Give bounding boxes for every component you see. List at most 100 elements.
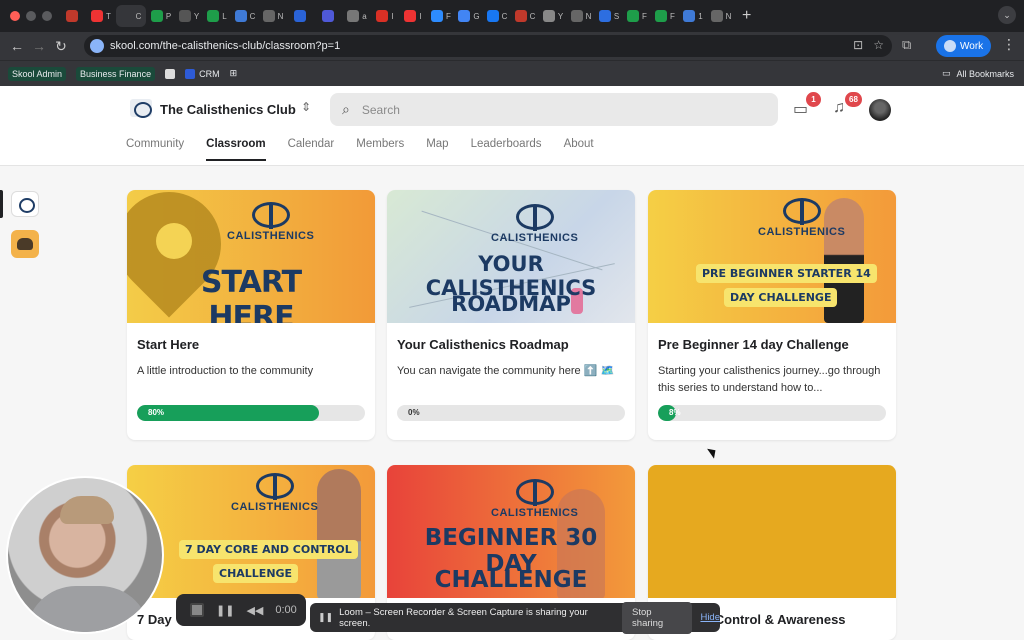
- browser-tab[interactable]: a: [344, 5, 370, 27]
- window-controls: [10, 11, 52, 21]
- tab-title: F: [670, 11, 675, 21]
- cover-brand: CALISTHENICS: [231, 501, 319, 513]
- forward-button[interactable]: →: [28, 38, 50, 54]
- tab-about[interactable]: About: [564, 138, 594, 161]
- site-info-icon[interactable]: [90, 39, 104, 53]
- browser-tab[interactable]: C: [116, 5, 146, 27]
- course-card-start-here[interactable]: CALISTHENICS START HERE Start Here A lit…: [127, 190, 375, 440]
- reload-button[interactable]: ↻: [50, 38, 72, 55]
- rewind-icon[interactable]: ◀◀: [246, 604, 263, 617]
- install-app-icon[interactable]: ⊡: [853, 38, 863, 52]
- presenter-shirt: [26, 586, 150, 632]
- browser-tab[interactable]: G: [456, 5, 482, 27]
- browser-tab[interactable]: F: [428, 5, 454, 27]
- address-bar[interactable]: skool.com/the-calisthenics-club/classroo…: [84, 35, 892, 57]
- cover-title-line-2: CHALLENGE: [213, 564, 299, 583]
- bookmark-star-icon[interactable]: ☆: [873, 38, 884, 52]
- group-logo[interactable]: [130, 99, 152, 118]
- tab-title: 1: [698, 11, 703, 21]
- club-logo: CALISTHENICS: [491, 479, 578, 519]
- stop-sharing-button[interactable]: Stop sharing: [622, 601, 693, 634]
- pause-icon: ❚❚: [318, 612, 334, 622]
- recording-timer: 0:00: [275, 604, 297, 616]
- bookmark-blank[interactable]: [165, 68, 176, 79]
- apps-grid-icon[interactable]: ⊞: [230, 68, 238, 79]
- browser-tab[interactable]: S: [596, 5, 622, 27]
- browser-menu-icon[interactable]: ⋮: [1002, 36, 1016, 53]
- search-bar[interactable]: ⌕: [330, 93, 778, 126]
- browser-tab[interactable]: Y: [540, 5, 566, 27]
- browser-tab[interactable]: N: [568, 5, 594, 27]
- course-title: Start Here: [137, 337, 200, 352]
- rail-group-calisthenics-icon[interactable]: [11, 191, 39, 217]
- browser-tab[interactable]: I: [372, 5, 398, 27]
- course-cover: CALISTHENICS BEGINNER 30 DAY CHALLENGE: [387, 465, 635, 598]
- search-input[interactable]: [361, 102, 742, 117]
- cover-brand: CALISTHENICS: [758, 226, 846, 238]
- tab-community[interactable]: Community: [126, 138, 184, 161]
- tab-map[interactable]: Map: [426, 138, 448, 161]
- rail-group-cat-icon[interactable]: [11, 230, 39, 258]
- browser-tab[interactable]: [60, 5, 86, 27]
- mouse-cursor-icon: [707, 445, 719, 459]
- club-logo: CALISTHENICS: [491, 204, 578, 244]
- browser-tab[interactable]: C: [512, 5, 538, 27]
- bookmark-label: Skool Admin: [12, 68, 63, 79]
- new-tab-button[interactable]: +: [742, 7, 751, 25]
- pause-icon[interactable]: ❚❚: [216, 604, 234, 617]
- group-switcher-chevron-icon[interactable]: ⇕: [301, 100, 311, 114]
- group-name[interactable]: The Calisthenics Club: [160, 102, 296, 117]
- tab-calendar[interactable]: Calendar: [288, 138, 335, 161]
- browser-tab[interactable]: L: [204, 5, 230, 27]
- tab-title: C: [501, 11, 508, 21]
- hide-banner-link[interactable]: Hide: [700, 612, 720, 623]
- tab-members[interactable]: Members: [356, 138, 404, 161]
- google-icon: [458, 10, 471, 22]
- tab-search-chevron-icon[interactable]: ⌄: [998, 6, 1016, 24]
- extensions-icon[interactable]: ⧉: [902, 37, 911, 53]
- profile-button[interactable]: Work: [936, 35, 992, 57]
- browser-tab[interactable]: [288, 5, 314, 27]
- browser-tab[interactable]: [316, 5, 342, 27]
- browser-tab[interactable]: C: [232, 5, 258, 27]
- bookmark-label: Business Finance: [80, 68, 152, 79]
- progress-label: 0%: [408, 408, 420, 417]
- tab-title: G: [473, 11, 480, 21]
- avatar[interactable]: [869, 99, 891, 121]
- tab-title: F: [642, 11, 647, 21]
- bookmark-skool-admin[interactable]: Skool Admin: [8, 66, 67, 81]
- course-card-pre-beginner[interactable]: CALISTHENICS PRE BEGINNER STARTER 14 DAY…: [648, 190, 896, 440]
- all-bookmarks-button[interactable]: ▭ All Bookmarks: [942, 68, 1014, 79]
- loom-camera-bubble[interactable]: [6, 476, 164, 634]
- browser-tab[interactable]: T: [88, 5, 114, 27]
- bell-icon[interactable]: ♫: [833, 99, 845, 117]
- cover-title: START HERE: [200, 265, 302, 323]
- plus-circle-icon: [150, 10, 163, 22]
- back-button[interactable]: ←: [6, 38, 28, 54]
- tab-classroom[interactable]: Classroom: [206, 138, 266, 161]
- bookmark-business-finance[interactable]: Business Finance: [76, 66, 156, 81]
- progress-label: 8%: [669, 408, 681, 417]
- browser-tab[interactable]: P: [148, 5, 174, 27]
- gear-icon: [683, 10, 696, 22]
- course-cover: [648, 465, 896, 598]
- browser-tab[interactable]: Y: [176, 5, 202, 27]
- browser-tab[interactable]: I: [400, 5, 426, 27]
- close-window-button[interactable]: [10, 11, 20, 21]
- bookmark-crm[interactable]: CRM: [185, 68, 220, 79]
- browser-tab[interactable]: F: [624, 5, 650, 27]
- github-icon: [262, 10, 275, 22]
- crm-icon: [185, 68, 196, 79]
- browser-tab[interactable]: N: [260, 5, 286, 27]
- browser-tab[interactable]: N: [708, 5, 734, 27]
- browser-tab[interactable]: C: [484, 5, 510, 27]
- course-description: You can navigate the community here ⬆️ 🗺…: [397, 365, 615, 377]
- zoom-window-button[interactable]: [42, 11, 52, 21]
- cover-title-line-1: PRE BEGINNER STARTER 14: [696, 264, 877, 283]
- tab-leaderboards[interactable]: Leaderboards: [471, 138, 542, 161]
- browser-tab[interactable]: F: [652, 5, 678, 27]
- browser-tab[interactable]: 1: [680, 5, 706, 27]
- stop-recording-button[interactable]: [190, 603, 204, 617]
- course-card-roadmap[interactable]: CALISTHENICS YOUR CALISTHENICS ROADMAP Y…: [387, 190, 635, 440]
- minimize-window-button[interactable]: [26, 11, 36, 21]
